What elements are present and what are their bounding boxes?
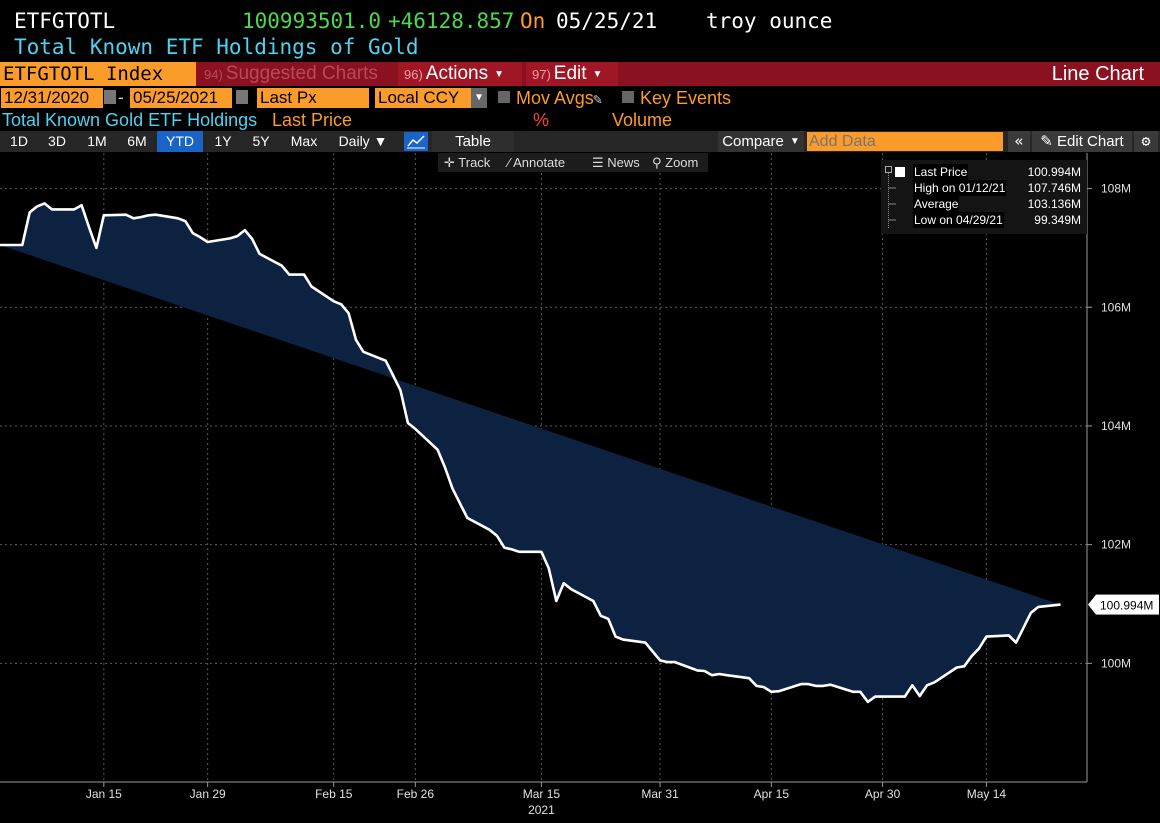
x-tick-label: Feb 26	[397, 787, 435, 801]
x-tick-label: Mar 31	[641, 787, 679, 801]
legend-label: Low on 04/29/21	[913, 212, 1004, 228]
zoom-tool[interactable]: ⚲ Zoom	[652, 153, 698, 172]
y-tick-label: 108M	[1101, 182, 1131, 196]
legend-low[interactable]: Low on 04/29/21 99.349M	[899, 212, 1081, 228]
y-tick-label: 106M	[1101, 300, 1131, 314]
x-year-label: 2021	[528, 803, 555, 817]
x-tick-label: May 14	[967, 787, 1007, 801]
zoom-icon: ⚲	[652, 155, 666, 170]
zoom-label: Zoom	[665, 155, 699, 170]
legend-average[interactable]: Average 103.136M	[899, 196, 1081, 212]
legend-value: 103.136M	[1027, 197, 1081, 211]
legend-label: Average	[913, 196, 960, 212]
news-icon: ☰	[592, 155, 608, 170]
legend-label: Last Price	[913, 164, 969, 180]
legend-value: 99.349M	[1034, 213, 1081, 227]
y-tick-label: 104M	[1101, 419, 1131, 433]
series-area	[0, 203, 1061, 702]
track-tool[interactable]: ✛ Track	[444, 153, 490, 172]
legend-high[interactable]: High on 01/12/21 107.746M	[899, 180, 1081, 196]
x-tick-label: Apr 15	[754, 787, 790, 801]
last-price-pointer	[1088, 594, 1096, 615]
news-label: News	[607, 155, 640, 170]
news-tool[interactable]: ☰ News	[592, 153, 640, 172]
legend-label: High on 01/12/21	[913, 180, 1007, 196]
track-label: Track	[458, 155, 491, 170]
x-tick-label: Apr 30	[865, 787, 901, 801]
price-chart[interactable]: 108M 106M 104M 102M 100M Jan 15 Jan 29 Feb 15 Fe…	[0, 0, 1160, 823]
x-tick-label: Jan 15	[86, 787, 122, 801]
x-tick-label: Mar 15	[523, 787, 561, 801]
crosshair-icon: ✛	[444, 155, 459, 170]
x-tick-label: Jan 29	[190, 787, 226, 801]
annotate-label: Annotate	[513, 155, 566, 170]
annotate-tool[interactable]: ⁄ Annotate	[508, 153, 565, 172]
legend-tree-lines	[885, 166, 896, 228]
chart-legend: Last Price 100.994M High on 01/12/21 107…	[881, 160, 1087, 234]
y-tick-label: 100M	[1101, 656, 1131, 670]
legend-last-price[interactable]: Last Price 100.994M	[895, 164, 1081, 180]
legend-value: 100.994M	[1027, 165, 1081, 179]
last-price-tag-label: 100.994M	[1100, 599, 1153, 613]
y-tick-label: 102M	[1101, 538, 1131, 552]
legend-value: 107.746M	[1027, 181, 1081, 195]
x-tick-label: Feb 15	[315, 787, 353, 801]
